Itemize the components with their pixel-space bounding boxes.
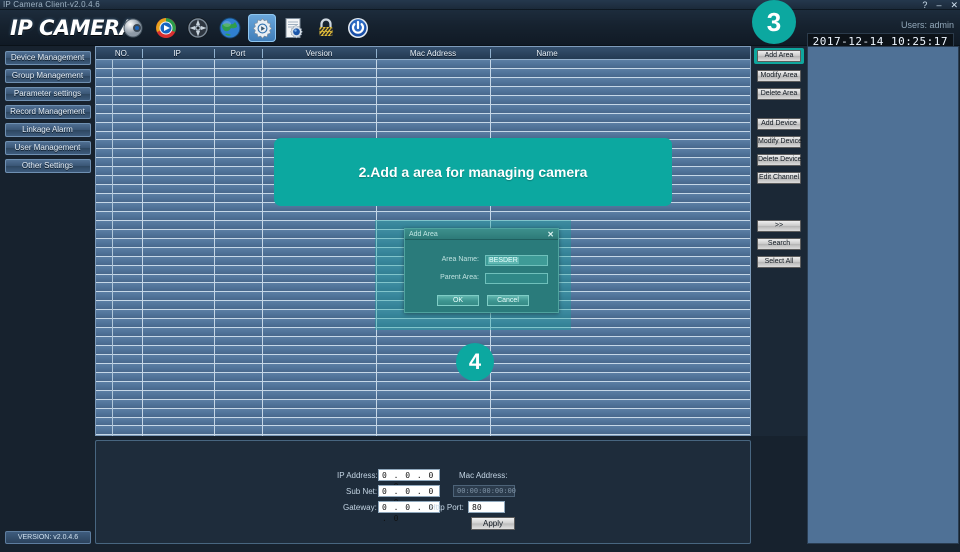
parent-area-label: Parent Area: [440, 274, 479, 281]
sidebar-item-group-management[interactable]: Group Management [4, 69, 91, 83]
table-row[interactable] [96, 417, 750, 427]
add-area-highlight: Add Area [754, 48, 804, 64]
dialog-ok-button[interactable]: OK [437, 295, 479, 306]
column-header-mac-address[interactable]: Mac Address [378, 47, 488, 60]
table-row[interactable] [96, 77, 750, 87]
sidebar-item-device-management[interactable]: Device Management [4, 51, 91, 65]
title-bar: IP Camera Client-v2.0.4.6 ? – ✕ [0, 0, 960, 10]
sub-net-label: Sub Net: [346, 487, 378, 496]
minimize-icon[interactable]: – [936, 0, 941, 10]
ip-address-label: IP Address: [337, 471, 378, 480]
annotation-badge-4: 4 [456, 343, 494, 381]
sidebar-item-record-management[interactable]: Record Management [4, 105, 91, 119]
delete-device-button[interactable]: Delete Device [757, 154, 802, 166]
column-header-ip[interactable]: IP [142, 47, 212, 60]
dialog-title: Add Area [409, 231, 438, 238]
brand-logo: IP CAMERA [10, 16, 136, 40]
left-sidebar: Device Management Group Management Param… [0, 46, 95, 552]
area-name-input[interactable]: BESDER [485, 255, 548, 266]
sidebar-item-other-settings[interactable]: Other Settings [4, 159, 91, 173]
globe-icon[interactable] [216, 14, 244, 42]
table-row[interactable] [96, 346, 750, 355]
dialog-close-icon[interactable]: ✕ [547, 229, 554, 240]
table-row[interactable] [96, 95, 750, 105]
camera-icon[interactable] [120, 14, 148, 42]
table-row[interactable] [96, 60, 750, 69]
table-row[interactable] [96, 104, 750, 114]
area-name-label: Area Name: [441, 256, 479, 263]
sub-net-input[interactable]: 0 . 0 . 0 . 0 [378, 485, 440, 507]
sidebar-item-user-management[interactable]: User Management [4, 141, 91, 155]
table-row[interactable] [96, 354, 750, 364]
table-row[interactable] [96, 86, 750, 96]
column-header-version[interactable]: Version [264, 47, 374, 60]
dialog-title-bar: Add Area ✕ [405, 229, 558, 240]
http-port-label: Http Port: [430, 503, 464, 512]
current-user-label: Users: admin [900, 20, 954, 30]
table-row[interactable] [96, 390, 750, 400]
table-header-row: NO. IP Port Version Mac Address Name [96, 47, 750, 60]
area-name-value: BESDER [488, 257, 519, 264]
mac-address-label: Mac Address: [459, 471, 508, 480]
annotation-callout-step2: 2.Add a area for managing camera [274, 138, 672, 206]
joystick-icon[interactable] [184, 14, 212, 42]
window-controls: ? – ✕ [922, 0, 958, 10]
network-settings-form: IP Address: 0 . 0 . 0 . 0 Sub Net: 0 . 0… [95, 440, 751, 544]
table-row[interactable] [96, 122, 750, 132]
app-header: IP CAMERA Users: admin 2017-12-14 10:25:… [0, 10, 960, 50]
version-label: VERSION: v2.0.4.6 [5, 531, 91, 544]
action-button-panel: Add Area Modify Area Delete Area Add Dev… [751, 46, 807, 436]
dialog-cancel-button[interactable]: Cancel [487, 295, 529, 306]
table-row[interactable] [96, 113, 750, 123]
table-row[interactable] [96, 68, 750, 78]
gateway-label: Gateway: [343, 503, 377, 512]
table-row[interactable] [96, 363, 750, 373]
column-header-name[interactable]: Name [492, 47, 602, 60]
ip-address-input[interactable]: 0 . 0 . 0 . 0 [378, 469, 440, 491]
play-icon[interactable] [152, 14, 180, 42]
table-row[interactable] [96, 399, 750, 409]
area-tree-panel[interactable] [807, 46, 959, 544]
expand-button[interactable]: >> [757, 220, 801, 232]
modify-device-button[interactable]: Modify Device [757, 136, 802, 148]
close-icon[interactable]: ✕ [950, 0, 958, 10]
main-toolbar [120, 14, 372, 42]
lock-icon[interactable] [312, 14, 340, 42]
document-settings-icon[interactable] [280, 14, 308, 42]
app-window: IP Camera Client-v2.0.4.6 ? – ✕ IP CAMER… [0, 0, 960, 552]
table-row[interactable] [96, 408, 750, 418]
select-all-button[interactable]: Select All [757, 256, 801, 268]
sidebar-item-linkage-alarm[interactable]: Linkage Alarm [4, 123, 91, 137]
add-area-button[interactable]: Add Area [757, 50, 801, 62]
add-area-dialog: Add Area ✕ Area Name: BESDER Parent Area… [404, 228, 559, 313]
table-row[interactable] [96, 337, 750, 346]
sidebar-item-parameter-settings[interactable]: Parameter settings [4, 87, 91, 101]
annotation-badge-3: 3 [752, 0, 796, 44]
add-device-button[interactable]: Add Device [757, 118, 801, 130]
search-button[interactable]: Search [757, 238, 801, 250]
column-header-no[interactable]: NO. [102, 47, 142, 60]
help-icon[interactable]: ? [922, 0, 927, 10]
column-header-port[interactable]: Port [216, 47, 260, 60]
mac-address-value: 00:00:00:00:00 [453, 485, 516, 497]
gear-settings-icon[interactable] [248, 14, 276, 42]
power-icon[interactable] [344, 14, 372, 42]
table-row[interactable] [96, 426, 750, 436]
parent-area-input[interactable] [485, 273, 548, 284]
apply-button[interactable]: Apply [471, 517, 515, 530]
http-port-input[interactable]: 80 [468, 501, 505, 513]
app-title: IP Camera Client-v2.0.4.6 [3, 0, 100, 9]
table-row[interactable] [96, 381, 750, 391]
modify-area-button[interactable]: Modify Area [757, 70, 801, 82]
table-row[interactable] [96, 372, 750, 382]
edit-channel-button[interactable]: Edit Channel [757, 172, 801, 184]
delete-area-button[interactable]: Delete Area [757, 88, 801, 100]
